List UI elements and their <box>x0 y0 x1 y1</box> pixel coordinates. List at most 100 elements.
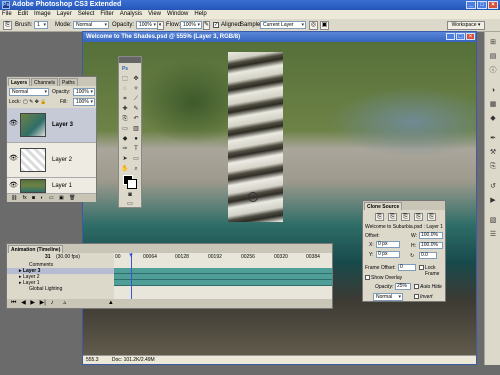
frame-offset-field[interactable]: 0 <box>398 264 416 271</box>
brush-size-picker[interactable]: 1 <box>34 21 48 29</box>
zoom-tool-icon[interactable]: ⌕ <box>131 165 141 174</box>
menu-filter[interactable]: Filter <box>100 10 113 19</box>
overlay-opacity-field[interactable]: 25% <box>395 283 411 290</box>
navigator-icon[interactable]: ⊞ <box>488 38 498 47</box>
pressure-opacity-icon[interactable]: ◐ <box>157 21 164 30</box>
crop-tool-icon[interactable]: ⌗ <box>120 95 130 104</box>
clone-stamp-tool-icon[interactable]: ⎘ <box>3 21 12 30</box>
clone-source-3-icon[interactable]: ⎘ <box>401 213 410 221</box>
doc-maximize-button[interactable]: □ <box>456 33 465 40</box>
audio-icon[interactable]: ♪ <box>51 300 54 306</box>
background-color-swatch[interactable] <box>127 179 137 189</box>
tab-channels[interactable]: Channels <box>31 78 59 86</box>
next-frame-icon[interactable]: ▶| <box>40 300 46 306</box>
menu-image[interactable]: Image <box>34 10 51 19</box>
tool-presets-icon[interactable]: ⚒ <box>488 148 498 157</box>
layer-blend-mode-select[interactable]: Normal <box>9 88 49 96</box>
angle-field[interactable]: 0.0 <box>419 252 437 259</box>
menu-file[interactable]: File <box>2 10 12 19</box>
opacity-field[interactable]: 100% <box>136 21 158 29</box>
brushes-icon[interactable]: ✒ <box>488 134 498 143</box>
layer-name[interactable]: Layer 3 <box>52 122 73 128</box>
tab-clone-source[interactable]: Clone Source <box>364 202 403 210</box>
overlay-mode-select[interactable]: Normal <box>373 293 403 301</box>
tab-paths[interactable]: Paths <box>59 78 78 86</box>
info-icon[interactable]: ⓘ <box>488 66 498 75</box>
clone-source-icon[interactable]: ⎘ <box>488 162 498 171</box>
x-offset-field[interactable]: 0 px <box>376 241 400 248</box>
layer-row-layer-3[interactable]: 👁 Layer 3 <box>7 108 96 143</box>
brush-tool-icon[interactable]: ✎ <box>131 105 141 114</box>
path-selection-tool-icon[interactable]: ➤ <box>120 155 130 164</box>
color-icon[interactable]: ◑ <box>488 86 498 95</box>
lasso-tool-icon[interactable]: ◌ <box>120 85 130 94</box>
gradient-tool-icon[interactable]: ▥ <box>131 125 141 134</box>
layer-1-duration-bar[interactable] <box>114 280 332 286</box>
menu-help[interactable]: Help <box>194 10 206 19</box>
layer-mask-icon[interactable]: ◙ <box>32 195 35 201</box>
pen-tool-icon[interactable]: ✑ <box>120 145 130 154</box>
shape-tool-icon[interactable]: ▭ <box>131 155 141 164</box>
swatches-icon[interactable]: ▦ <box>488 100 498 109</box>
current-frame[interactable]: 31 <box>45 254 51 260</box>
histogram-icon[interactable]: ▤ <box>488 52 498 61</box>
blur-tool-icon[interactable]: ◆ <box>120 135 130 144</box>
eye-icon[interactable]: 👁 <box>9 155 18 163</box>
trash-icon[interactable]: 🗑 <box>69 195 75 201</box>
prev-frame-icon[interactable]: ◀ <box>21 300 26 306</box>
zoom-in-icon[interactable]: ▲ <box>108 300 114 306</box>
layer-comps-icon[interactable]: ▧ <box>488 216 498 225</box>
measurement-log-icon[interactable]: ☰ <box>488 230 498 239</box>
eye-icon[interactable]: 👁 <box>9 182 18 190</box>
clone-source-2-icon[interactable]: ⎘ <box>388 213 397 221</box>
minimize-button[interactable]: _ <box>466 1 476 9</box>
show-overlay-checkbox[interactable] <box>365 275 370 280</box>
eraser-tool-icon[interactable]: ▭ <box>120 125 130 134</box>
menu-view[interactable]: View <box>148 10 161 19</box>
sample-select[interactable]: Current Layer <box>260 21 306 29</box>
height-scale-field[interactable]: 100.0% <box>419 242 443 249</box>
link-layers-icon[interactable]: ⛓ <box>11 195 17 201</box>
airbrush-icon[interactable]: ✎ <box>203 21 210 30</box>
history-icon[interactable]: ↺ <box>488 182 498 191</box>
fill-field[interactable]: 100% <box>73 98 95 106</box>
screen-mode-icon[interactable]: ▭ <box>125 200 135 209</box>
layer-name[interactable]: Layer 2 <box>52 157 72 163</box>
current-time-indicator[interactable] <box>131 253 132 301</box>
magic-wand-tool-icon[interactable]: ✧ <box>131 85 141 94</box>
track-global-lighting[interactable]: Global Lighting <box>7 286 114 292</box>
tab-animation-timeline[interactable]: Animation (Timeline) <box>8 245 64 253</box>
doc-close-button[interactable]: × <box>466 33 475 40</box>
y-offset-field[interactable]: 0 px <box>376 251 400 258</box>
timeline-area[interactable]: 00 00064 00128 00192 00256 00320 00384 ▼ <box>114 253 332 301</box>
tab-layers[interactable]: Layers <box>8 78 31 86</box>
menu-edit[interactable]: Edit <box>18 10 28 19</box>
tools-panel-header[interactable] <box>119 57 141 63</box>
doc-info[interactable]: Doc: 101.2K/2.49M <box>112 357 155 363</box>
hand-tool-icon[interactable]: ✋ <box>120 165 130 174</box>
layer-row-layer-2[interactable]: 👁 Layer 2 <box>7 143 96 178</box>
dodge-tool-icon[interactable]: ● <box>131 135 141 144</box>
styles-icon[interactable]: ◆ <box>488 114 498 123</box>
close-button[interactable]: × <box>488 1 498 9</box>
layer-style-icon[interactable]: fx <box>23 195 27 201</box>
workspace-button[interactable]: Workspace ▾ <box>447 21 485 30</box>
aligned-checkbox[interactable]: ✓ <box>213 22 219 28</box>
play-icon[interactable]: ▶ <box>30 300 35 306</box>
maximize-button[interactable]: □ <box>477 1 487 9</box>
lock-icons[interactable]: ▢ ✎ ✥ 🔒 <box>23 99 47 105</box>
slice-tool-icon[interactable]: ⟋ <box>131 95 141 104</box>
eye-icon[interactable]: 👁 <box>9 120 18 128</box>
healing-brush-tool-icon[interactable]: ✚ <box>120 105 130 114</box>
adjustment-layer-icon[interactable]: ◐ <box>40 195 43 201</box>
mode-select[interactable]: Normal <box>73 21 109 29</box>
menu-layer[interactable]: Layer <box>57 10 72 19</box>
layer-name[interactable]: Layer 1 <box>52 183 72 189</box>
first-frame-icon[interactable]: ⏮ <box>11 300 16 306</box>
move-tool-icon[interactable]: ✥ <box>131 75 141 84</box>
playhead-handle-icon[interactable]: ▼ <box>128 253 134 259</box>
history-brush-tool-icon[interactable]: ↶ <box>131 115 141 124</box>
clone-source-4-icon[interactable]: ⎘ <box>414 213 423 221</box>
layer-row-layer-1[interactable]: 👁 Layer 1 <box>7 178 96 194</box>
quick-mask-icon[interactable]: ◙ <box>125 191 135 200</box>
